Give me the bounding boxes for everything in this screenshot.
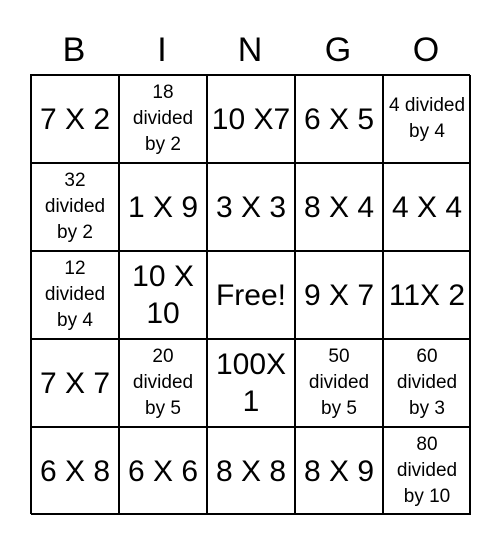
bingo-cell: 12 divided by 4	[31, 251, 119, 339]
cell-text: 6 X 5	[303, 102, 375, 136]
cell-text: 50 divided by 5	[308, 346, 370, 419]
cell-text: 3 X 3	[215, 190, 287, 224]
cell-text: 20 divided by 5	[132, 346, 194, 419]
cell-text: 4 X 4	[391, 190, 463, 224]
cell-text: 80 divided by 10	[396, 434, 458, 507]
header-letter-i: I	[157, 31, 167, 69]
bingo-cell: 7 X 2	[31, 75, 119, 163]
cell-text: 32 divided by 2	[44, 170, 106, 243]
bingo-cell: 3 X 3	[207, 163, 295, 251]
bingo-cell: 8 X 8	[207, 427, 295, 515]
bingo-cell: 6 X 5	[295, 75, 383, 163]
cell-text: 8 X 8	[215, 454, 287, 488]
header-letter-n: N	[237, 31, 263, 69]
bingo-cell: 1 X 9	[119, 163, 207, 251]
bingo-cell: 32 divided by 2	[31, 163, 119, 251]
cell-text: 100X 1	[215, 348, 287, 418]
bingo-cell: 11X 2	[383, 251, 471, 339]
bingo-cell: 8 X 9	[295, 427, 383, 515]
header-letter-o: O	[412, 31, 440, 69]
bingo-header: B I N G O	[30, 26, 470, 74]
cell-text: 10 X7	[211, 102, 291, 136]
bingo-cell: 100X 1	[207, 339, 295, 427]
bingo-cell: 6 X 8	[31, 427, 119, 515]
cell-text: 7 X 2	[39, 102, 111, 136]
cell-text: 11X 2	[388, 278, 466, 312]
bingo-cell: 9 X 7	[295, 251, 383, 339]
bingo-cell: 18 divided by 2	[119, 75, 207, 163]
cell-text: Free!	[215, 278, 287, 312]
cell-text: 9 X 7	[303, 278, 375, 312]
cell-text: 1 X 9	[127, 190, 199, 224]
cell-text: 4 divided by 4	[388, 95, 466, 142]
free-space-cell: Free!	[207, 251, 295, 339]
cell-text: 12 divided by 4	[44, 258, 106, 331]
header-letter-g: G	[324, 31, 352, 69]
cell-text: 7 X 7	[39, 366, 111, 400]
cell-text: 60 divided by 3	[396, 346, 458, 419]
bingo-cell: 10 X 10	[119, 251, 207, 339]
bingo-cell: 60 divided by 3	[383, 339, 471, 427]
bingo-cell: 6 X 6	[119, 427, 207, 515]
cell-text: 6 X 6	[127, 454, 199, 488]
bingo-cell: 20 divided by 5	[119, 339, 207, 427]
cell-text: 10 X 10	[132, 260, 194, 330]
bingo-cell: 8 X 4	[295, 163, 383, 251]
bingo-grid: 7 X 2 18 divided by 2 10 X7 6 X 5 4 divided …	[30, 74, 471, 515]
bingo-cell: 7 X 7	[31, 339, 119, 427]
bingo-cell: 50 divided by 5	[295, 339, 383, 427]
bingo-cell: 10 X7	[207, 75, 295, 163]
header-letter-b: B	[62, 31, 86, 69]
bingo-cell: 4 divided by 4	[383, 75, 471, 163]
cell-text: 8 X 4	[303, 190, 375, 224]
cell-text: 8 X 9	[303, 454, 375, 488]
bingo-cell: 4 X 4	[383, 163, 471, 251]
cell-text: 18 divided by 2	[132, 82, 194, 155]
cell-text: 6 X 8	[39, 454, 111, 488]
bingo-cell: 80 divided by 10	[383, 427, 471, 515]
